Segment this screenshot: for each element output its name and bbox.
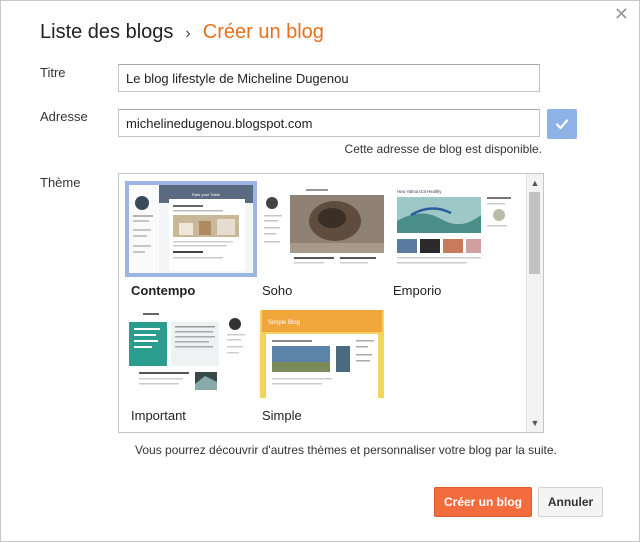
theme-preview: Rate your Table: [125, 181, 257, 277]
theme-preview: Simple Blog: [260, 310, 384, 398]
contempo-preview-title: Rate your Table: [192, 192, 221, 197]
theme-scrollbar[interactable]: ▲ ▼: [526, 174, 543, 432]
theme-name: Simple: [262, 408, 302, 423]
page-title: Créer un blog: [202, 21, 324, 43]
address-label: Adresse: [40, 109, 88, 124]
theme-preview: [129, 310, 253, 398]
theme-name: Important: [131, 408, 186, 423]
simple-preview-title: Simple Blog: [268, 320, 300, 326]
create-blog-button[interactable]: Créer un blog: [434, 487, 532, 517]
checkmark-icon: [547, 109, 577, 139]
emporio-preview-title: How Yalma Got Healthy: [397, 189, 442, 194]
title-label: Titre: [40, 65, 66, 80]
theme-name: Contempo: [131, 283, 196, 298]
scrollbar-thumb[interactable]: [529, 192, 540, 274]
close-icon[interactable]: ✕: [614, 5, 629, 23]
scroll-up-icon[interactable]: ▲: [527, 176, 543, 190]
theme-picker: Rate your Table Contempo Soho How Yalma …: [118, 173, 544, 433]
theme-name: Soho: [262, 283, 293, 298]
address-available-hint: Cette adresse de blog est disponible.: [344, 142, 542, 156]
create-blog-dialog: ✕ Liste des blogs › Créer un blog Titre Ad…: [0, 0, 640, 542]
theme-preview: How Yalma Got Healthy: [391, 185, 515, 273]
breadcrumb: Liste des blogs › Créer un blog: [40, 21, 324, 44]
scroll-down-icon[interactable]: ▼: [527, 416, 543, 430]
title-input[interactable]: [118, 64, 540, 92]
cancel-button[interactable]: Annuler: [538, 487, 603, 517]
theme-preview: [260, 185, 384, 273]
breadcrumb-blog-list[interactable]: Liste des blogs: [40, 21, 173, 43]
theme-name: Emporio: [393, 283, 442, 298]
address-input[interactable]: [118, 109, 540, 137]
theme-label: Thème: [40, 175, 81, 190]
breadcrumb-separator: ›: [185, 25, 191, 42]
themes-footnote: Vous pourrez découvrir d'autres thèmes e…: [135, 443, 557, 457]
